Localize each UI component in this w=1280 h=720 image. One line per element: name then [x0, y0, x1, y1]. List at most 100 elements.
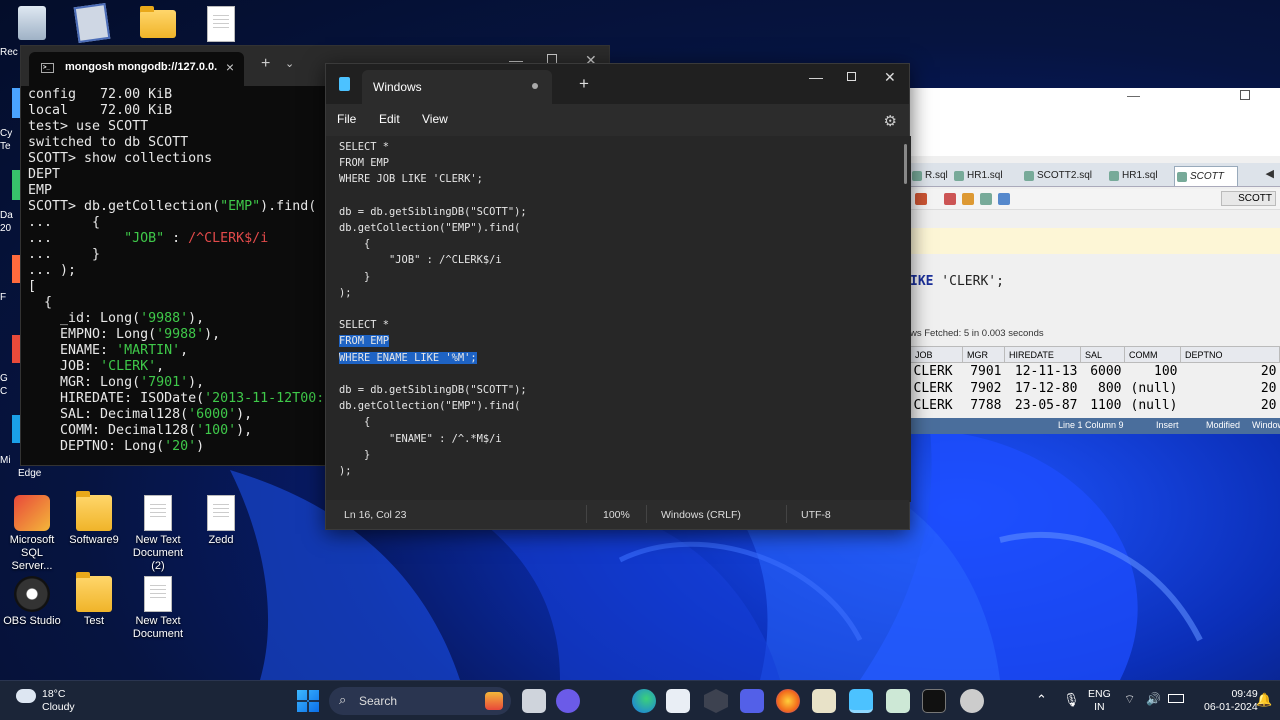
notification-bell-icon[interactable]: 🔔: [1256, 692, 1272, 708]
menu-edit[interactable]: Edit: [379, 112, 400, 126]
maximize-icon[interactable]: [847, 72, 856, 81]
chevron-up-icon[interactable]: ⌃: [1036, 692, 1047, 708]
wifi-icon[interactable]: ⌔: [1124, 692, 1135, 707]
table-row[interactable]: CLERK 7902 17-12-80 800 (null) 20: [911, 380, 1280, 397]
battery-icon[interactable]: [1168, 694, 1184, 703]
col-header[interactable]: SAL: [1080, 346, 1125, 363]
terminal-taskbar-icon[interactable]: [922, 689, 946, 713]
table-row[interactable]: CLERK 7901 12-11-13 6000 100 20: [911, 363, 1280, 380]
tab-scott[interactable]: SCOTT: [1174, 166, 1238, 186]
task-view-icon[interactable]: [522, 689, 546, 713]
icon-label: Microsoft SQL Server...: [9, 534, 55, 572]
close-icon[interactable]: ✕: [884, 69, 896, 86]
desktop-icon-zedd[interactable]: Zedd: [189, 495, 253, 547]
folder-icon: [76, 491, 112, 531]
code-text: SELECT *: [339, 141, 390, 153]
table-row[interactable]: CLERK 7788 23-05-87 1100 (null) 20: [911, 397, 1280, 414]
col-header[interactable]: HIREDATE: [1004, 346, 1081, 363]
desktop-icon-sqlserver[interactable]: Microsoft SQL Server...: [0, 495, 64, 573]
toolbar-icon[interactable]: [915, 193, 927, 205]
tab-hr1-sql-2[interactable]: HR1.sql: [1107, 166, 1169, 186]
close-tab-icon[interactable]: ×: [226, 59, 234, 75]
new-tab-button[interactable]: +: [261, 55, 270, 73]
status-encoding[interactable]: UTF-8: [801, 509, 831, 521]
search-box[interactable]: ⌕ Search: [329, 687, 511, 715]
start-windows-icon[interactable]: [297, 690, 319, 712]
weather-widget[interactable]: 18°C Cloudy: [42, 688, 75, 714]
recycle-bin-icon[interactable]: [18, 6, 46, 40]
store-icon[interactable]: [666, 689, 690, 713]
code-line: }: [339, 269, 527, 285]
text-file-icon[interactable]: [207, 6, 235, 42]
code-line: "ENAME" : /^.*M$/i: [339, 431, 527, 447]
clipped-label: Rec: [0, 47, 18, 58]
sqld-code-line[interactable]: IKE 'CLERK';: [910, 274, 1004, 289]
desktop-icon-software9[interactable]: Software9: [62, 491, 126, 547]
notepad-text[interactable]: SELECT * FROM EMP WHERE JOB LIKE 'CLERK'; …: [339, 139, 527, 479]
menu-file[interactable]: File: [337, 112, 356, 126]
folder-icon[interactable]: [140, 6, 176, 38]
toolbar-icon[interactable]: [962, 193, 974, 205]
teams-chat-icon[interactable]: [556, 689, 580, 713]
clock[interactable]: 09:49 06-01-2024: [1204, 688, 1258, 714]
status-line-ending[interactable]: Windows (CRLF): [661, 509, 741, 521]
notepad-editor[interactable]: SELECT * FROM EMP WHERE JOB LIKE 'CLERK'; …: [326, 136, 911, 502]
code-text: );: [339, 465, 352, 478]
volume-icon[interactable]: 🔊: [1146, 692, 1161, 706]
virtualbox-icon[interactable]: [73, 2, 111, 44]
connection-selector[interactable]: SCOTT: [1221, 191, 1276, 206]
terminal-text: switched to db SCOTT: [28, 135, 189, 150]
tab-scott2-sql[interactable]: SCOTT2.sql: [1022, 166, 1102, 186]
language-indicator[interactable]: ENG IN: [1088, 688, 1111, 714]
desktop-icon-newtext[interactable]: New Text Document: [126, 576, 190, 641]
col-header[interactable]: DEPTNO: [1180, 346, 1280, 363]
minimize-icon[interactable]: —: [1127, 88, 1140, 103]
sql-developer-window: — R.sql HR1.sql SCOTT2.sql HR1.sql SCOTT…: [910, 88, 1280, 434]
code-text: db = db.getSiblingDB("SCOTT");: [339, 384, 527, 397]
tab-r-sql[interactable]: R.sql: [910, 166, 948, 186]
terminal-text: '6000': [188, 407, 237, 422]
col-header[interactable]: JOB: [910, 346, 963, 363]
firefox-icon[interactable]: [776, 689, 800, 713]
desktop-icon-test[interactable]: Test: [62, 572, 126, 628]
menu-view[interactable]: View: [422, 112, 448, 126]
table-cell: 100: [1154, 363, 1178, 379]
terminal-tab[interactable]: >_ mongosh mongodb://127.0.0. ×: [29, 52, 244, 86]
sqld-status-bar: Line 1 Column 9 Insert Modified Window: [910, 418, 1280, 434]
app-icon[interactable]: [740, 689, 764, 713]
tab-dropdown-button[interactable]: ⌄: [285, 57, 294, 70]
code-line: );: [339, 285, 527, 301]
toolbar-icon[interactable]: [944, 193, 956, 205]
edge-icon[interactable]: [632, 689, 656, 713]
tab-hr1-sql[interactable]: HR1.sql: [952, 166, 1016, 186]
app-icon[interactable]: [886, 689, 910, 713]
toolbar-icon[interactable]: [998, 193, 1010, 205]
col-header[interactable]: COMM: [1124, 346, 1181, 363]
vertical-scrollbar[interactable]: [904, 144, 907, 184]
col-header[interactable]: MGR: [962, 346, 1005, 363]
virtualbox-taskbar-icon[interactable]: [704, 689, 728, 713]
clipped-label: 20: [0, 223, 12, 234]
minimize-icon[interactable]: —: [809, 69, 823, 85]
notepad-tab[interactable]: Windows: [362, 70, 552, 104]
code-line: "JOB" : /^CLERK$/i: [339, 252, 527, 268]
new-tab-button[interactable]: +: [579, 74, 589, 94]
maximize-icon[interactable]: [1240, 90, 1250, 100]
microphone-icon[interactable]: 🎙: [1063, 692, 1080, 708]
app-icon[interactable]: [812, 689, 836, 713]
toolbar-icon[interactable]: [980, 193, 992, 205]
results-grid[interactable]: JOB MGR HIREDATE SAL COMM DEPTNO CLERK 79…: [910, 346, 1280, 414]
desktop-icon-obs[interactable]: OBS Studio: [0, 576, 64, 628]
tab-scroll-icon[interactable]: ◀: [1266, 167, 1274, 180]
code-text: "JOB" : /^CLERK$/i: [339, 254, 502, 267]
obs-taskbar-icon[interactable]: [960, 689, 984, 713]
status-zoom[interactable]: 100%: [603, 509, 630, 521]
code-line: SELECT *: [339, 317, 527, 333]
desktop-icon-newtext2[interactable]: New Text Document (2): [126, 495, 190, 573]
clipped-label: F: [0, 292, 7, 303]
settings-gear-icon[interactable]: ⚙: [884, 112, 897, 130]
notepad-taskbar-icon[interactable]: [849, 689, 873, 713]
